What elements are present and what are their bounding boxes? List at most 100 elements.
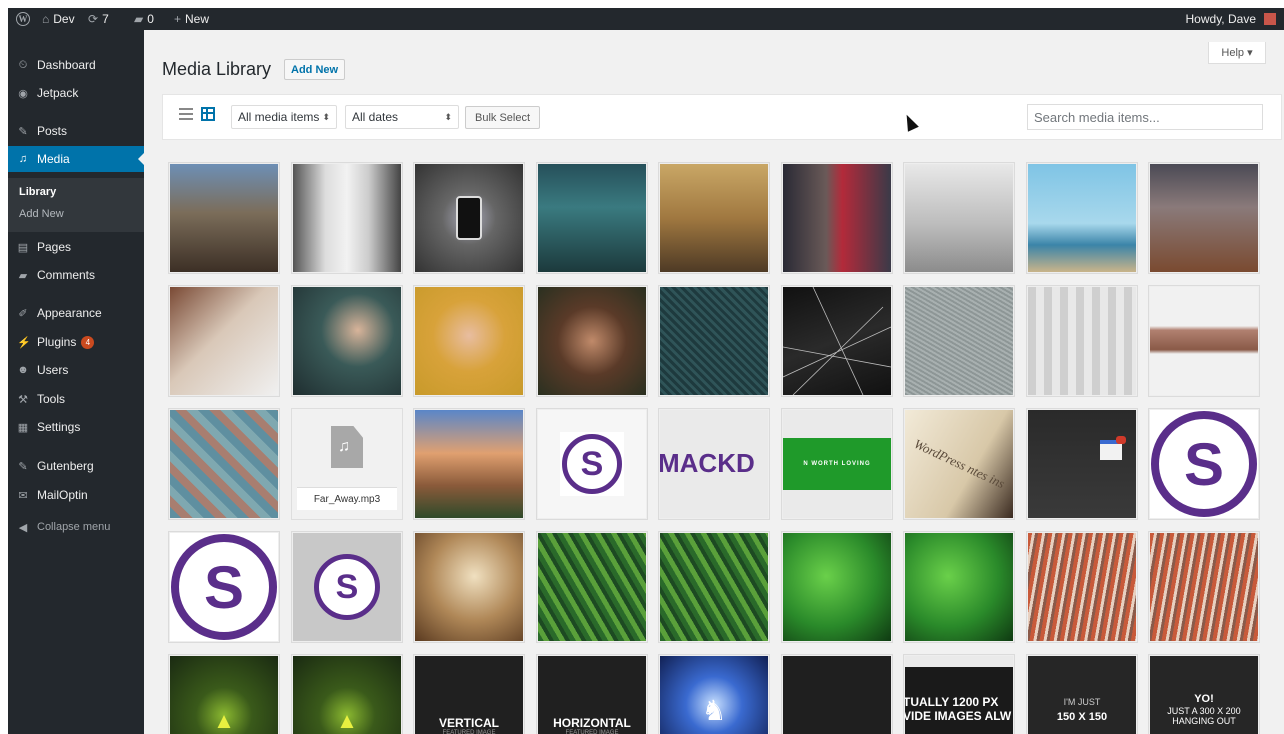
media-thumbnail[interactable]: TUALLY 1200 PX VIDE IMAGES ALW [903, 654, 1015, 734]
media-submenu: Library Add New [8, 178, 144, 232]
smartphone-icon [456, 196, 482, 240]
media-thumbnail[interactable] [903, 162, 1015, 274]
media-thumbnail[interactable] [168, 408, 280, 520]
thumbnail-image [660, 533, 768, 641]
sidebar-item-plugins[interactable]: ⚡ Plugins 4 [8, 329, 144, 355]
media-type-select[interactable]: All media items ⬍ [231, 105, 337, 129]
sidebar-item-comments[interactable]: ▰ Comments [8, 262, 144, 288]
appearance-icon: ✐ [18, 307, 28, 320]
media-thumbnail[interactable] [903, 531, 1015, 643]
media-thumbnail[interactable] [168, 285, 280, 397]
media-thumbnail[interactable] [536, 531, 648, 643]
thumbnail-image [783, 164, 891, 272]
wordpress-logo-icon[interactable]: W [16, 12, 30, 26]
media-thumbnail[interactable]: I'M JUST 150 X 150 [1026, 654, 1138, 734]
media-thumbnail[interactable]: WordPress ntes ins [903, 408, 1015, 520]
posts-pin-icon: ✎ [18, 125, 28, 138]
tools-icon: ⚒ [18, 393, 28, 406]
sidebar-item-tools[interactable]: ⚒ Tools [8, 386, 144, 412]
sidebar-item-jetpack[interactable]: ◉ Jetpack [8, 80, 144, 106]
media-thumbnail[interactable]: ▲ [168, 654, 280, 734]
sidebar-item-media[interactable]: ♫ Media [8, 146, 145, 172]
media-thumbnail[interactable] [658, 162, 770, 274]
sidebar-item-posts[interactable]: ✎ Posts [8, 118, 144, 144]
bulk-select-button[interactable]: Bulk Select [465, 106, 541, 129]
media-thumbnail[interactable] [413, 531, 525, 643]
add-new-button[interactable]: Add New [284, 59, 346, 80]
submenu-library[interactable]: Library [19, 186, 56, 198]
comments-link[interactable]: ▰ 0 [134, 8, 154, 30]
collapse-menu-button[interactable]: ◀ Collapse menu [8, 514, 144, 540]
media-thumbnail[interactable]: ♫ Far_Away.mp3 [291, 408, 403, 520]
sidebar-item-label: Users [37, 363, 69, 377]
media-thumbnail[interactable] [413, 162, 525, 274]
media-thumbnail[interactable]: S [1148, 408, 1260, 520]
media-thumbnail[interactable] [781, 162, 893, 274]
thumbnail-image [660, 164, 768, 272]
media-thumbnail[interactable] [1026, 531, 1138, 643]
media-thumbnail[interactable] [413, 408, 525, 520]
media-thumbnail[interactable] [291, 162, 403, 274]
sidebar-item-pages[interactable]: ▤ Pages [8, 234, 144, 260]
media-thumbnail[interactable] [291, 285, 403, 397]
abstract-lines-graphic [783, 287, 891, 395]
search-media-input[interactable] [1027, 104, 1263, 130]
submenu-add-new[interactable]: Add New [19, 208, 64, 220]
media-thumbnail[interactable] [658, 285, 770, 397]
sidebar-item-gutenberg[interactable]: ✎ Gutenberg [8, 453, 144, 479]
media-thumbnail[interactable]: MACKD [658, 408, 770, 520]
sidebar-item-mailoptin[interactable]: ✉ MailOptin [8, 482, 144, 508]
sidebar-item-users[interactable]: ☻ Users [8, 357, 144, 383]
media-thumbnail[interactable] [781, 531, 893, 643]
media-thumbnail[interactable] [1026, 162, 1138, 274]
sidebar-item-settings[interactable]: ▦ Settings [8, 414, 144, 440]
users-icon: ☻ [17, 364, 29, 376]
thumbnail-image: S [170, 533, 278, 641]
mailoptin-icon: ✉ [18, 489, 28, 502]
help-tab-button[interactable]: Help ▾ [1208, 42, 1266, 64]
media-thumbnail[interactable] [1148, 531, 1260, 643]
date-select[interactable]: All dates ⬍ [345, 105, 459, 129]
media-thumbnail[interactable] [168, 162, 280, 274]
thumbnail-image [1150, 287, 1258, 395]
new-content-link[interactable]: + New [174, 8, 209, 30]
media-thumbnail[interactable] [536, 285, 648, 397]
media-thumbnail[interactable] [658, 531, 770, 643]
media-thumbnail[interactable]: N WORTH LOVING [781, 408, 893, 520]
unicorn-figure-icon: ♞ [701, 694, 727, 726]
thumbnail-image: WordPress ntes ins [905, 410, 1013, 518]
comment-bubble-icon: ▰ [134, 12, 144, 26]
media-thumbnail[interactable] [536, 162, 648, 274]
media-thumbnail[interactable]: HORIZONTAL FEATURED IMAGE [536, 654, 648, 734]
media-thumbnail[interactable] [1026, 285, 1138, 397]
media-thumbnail[interactable]: S [168, 531, 280, 643]
sidebar-item-appearance[interactable]: ✐ Appearance [8, 300, 144, 326]
jetpack-icon: ◉ [18, 87, 28, 100]
media-thumbnail[interactable] [1026, 408, 1138, 520]
thumbnail-caption: 150 X 150 [1056, 710, 1108, 723]
account-menu[interactable]: Howdy, Dave [1186, 8, 1276, 30]
updates-link[interactable]: ⟳ 7 [88, 8, 109, 30]
thumbnail-image: AGE IS [783, 656, 891, 734]
media-thumbnail[interactable]: AGE IS [781, 654, 893, 734]
media-thumbnail[interactable]: ♞ [658, 654, 770, 734]
media-thumbnail[interactable]: S [291, 531, 403, 643]
thumbnail-image [905, 164, 1013, 272]
media-thumbnail[interactable] [413, 285, 525, 397]
media-thumbnail[interactable]: ▲ [291, 654, 403, 734]
grid-view-icon[interactable] [201, 107, 215, 121]
thumbnail-image: S [293, 533, 401, 641]
list-view-icon[interactable] [179, 107, 193, 121]
thumbnail-image [538, 533, 646, 641]
media-thumbnail[interactable] [1148, 285, 1260, 397]
media-thumbnail[interactable] [781, 285, 893, 397]
thumbnail-caption: YO! [1194, 693, 1214, 706]
media-thumbnail[interactable]: S [536, 408, 648, 520]
thumbnail-caption: WordPress ntes ins [911, 435, 1008, 491]
media-thumbnail[interactable] [1148, 162, 1260, 274]
media-thumbnail[interactable] [903, 285, 1015, 397]
sidebar-item-dashboard[interactable]: ⏲ Dashboard [8, 52, 144, 78]
media-thumbnail[interactable]: VERTICAL FEATURED IMAGE [413, 654, 525, 734]
site-name-link[interactable]: ⌂ Dev [42, 8, 75, 30]
media-thumbnail[interactable]: YO! JUST A 300 X 200 HANGING OUT [1148, 654, 1260, 734]
